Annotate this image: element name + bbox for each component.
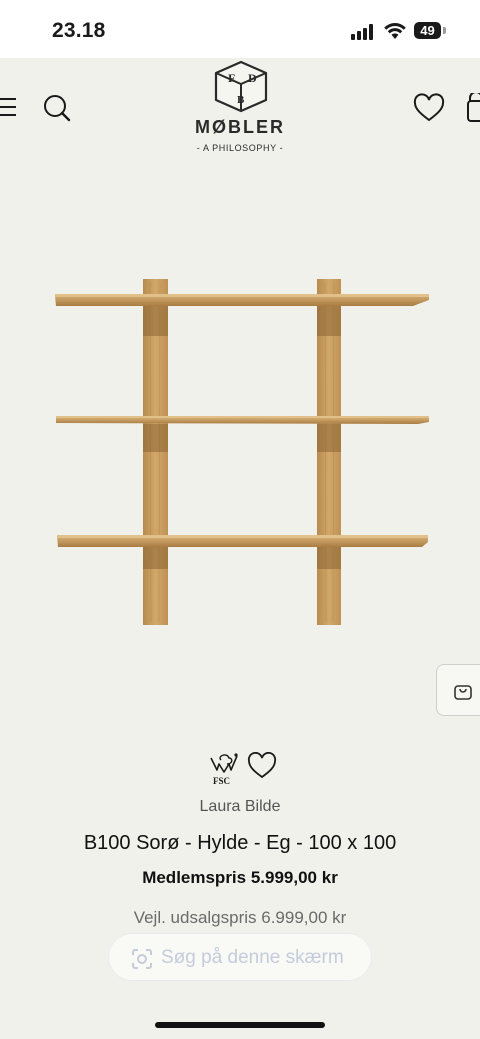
fsc-label: FSC bbox=[213, 776, 230, 786]
home-indicator[interactable] bbox=[155, 1022, 325, 1028]
logo-letter-d: D bbox=[248, 71, 257, 85]
floating-cart-button[interactable] bbox=[436, 664, 480, 716]
logo-letter-b: B bbox=[237, 94, 245, 106]
shopping-bag-icon bbox=[454, 685, 472, 700]
product-image[interactable] bbox=[50, 272, 435, 632]
cellular-signal-icon bbox=[351, 24, 373, 40]
heart-icon[interactable] bbox=[247, 752, 277, 780]
shopping-bag-icon[interactable] bbox=[466, 93, 480, 123]
menu-icon[interactable] bbox=[0, 97, 18, 117]
member-price: Medlemspris 5.999,00 kr bbox=[142, 868, 338, 887]
lens-icon bbox=[132, 949, 152, 969]
fsc-icon: FSC bbox=[210, 753, 238, 786]
logo-letter-f: F bbox=[228, 71, 235, 85]
status-time: 23.18 bbox=[52, 19, 106, 42]
product-designer[interactable]: Laura Bilde bbox=[0, 798, 480, 816]
lens-search-button[interactable]: Søg på denne skærm bbox=[108, 933, 372, 981]
status-bar: 23.18 49 bbox=[0, 0, 480, 58]
product-title: B100 Sorø - Hylde - Eg - 100 x 100 bbox=[83, 832, 397, 854]
wifi-icon bbox=[384, 23, 406, 39]
heart-icon[interactable] bbox=[413, 93, 445, 123]
battery-nub bbox=[443, 27, 446, 34]
battery-icon: 49 bbox=[414, 22, 441, 39]
lens-label: Søg på denne skærm bbox=[161, 947, 344, 968]
recommended-retail-price: Vejl. udsalgspris 6.999,00 kr bbox=[133, 908, 347, 927]
brand-name[interactable]: MØBLER bbox=[0, 117, 480, 138]
brand-tagline: - A PHILOSOPHY - bbox=[196, 143, 284, 153]
brand-logo-cube[interactable]: F D B bbox=[212, 60, 270, 114]
